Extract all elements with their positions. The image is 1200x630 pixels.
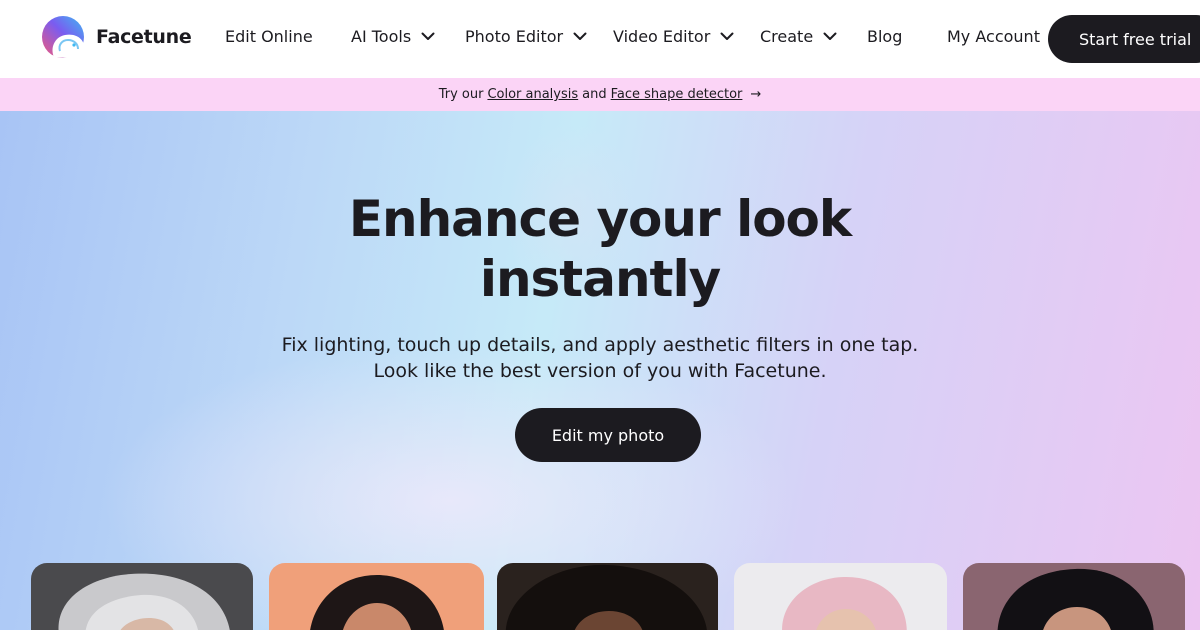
silver-haired-woman-photo — [31, 563, 253, 630]
headline-line-2: instantly — [479, 250, 721, 308]
nav-item-label: Video Editor — [613, 27, 711, 46]
nav-item-ai-tools[interactable]: AI Tools — [351, 27, 435, 46]
start-free-trial-button[interactable]: Start free trial — [1048, 15, 1200, 63]
nav-item-label: My Account — [947, 27, 1040, 46]
nav-item-edit-online[interactable]: Edit Online — [225, 27, 313, 46]
hero-section: Enhance your look instantly Fix lighting… — [0, 111, 1200, 630]
nav-item-blog[interactable]: Blog — [867, 27, 902, 46]
brand-logo[interactable]: Facetune — [38, 15, 192, 59]
chevron-down-icon — [823, 32, 837, 40]
photo-card-2[interactable] — [269, 563, 484, 630]
chevron-down-icon — [421, 32, 435, 40]
curly-haired-person-photo — [497, 563, 718, 630]
photo-card-5[interactable] — [963, 563, 1185, 630]
nav-item-photo-editor[interactable]: Photo Editor — [465, 27, 587, 46]
facetune-logo-icon — [42, 16, 84, 58]
photo-card-3[interactable] — [497, 563, 718, 630]
promo-banner: Try our Color analysis and Face shape de… — [0, 78, 1200, 111]
banner-middle: and — [582, 87, 607, 102]
photo-card-4[interactable] — [734, 563, 947, 630]
dark-haired-woman-peach-background-photo — [269, 563, 484, 630]
banner-prefix: Try our — [438, 87, 484, 102]
nav-item-create[interactable]: Create — [760, 27, 837, 46]
chevron-down-icon — [573, 32, 587, 40]
dark-haired-man-photo — [963, 563, 1185, 630]
subtitle-line-1: Fix lighting, touch up details, and appl… — [281, 334, 919, 356]
top-nav: Facetune Edit Online AI Tools Photo Edit… — [0, 0, 1200, 78]
color-analysis-link[interactable]: Color analysis — [487, 87, 578, 102]
nav-item-my-account[interactable]: My Account — [947, 27, 1040, 46]
arrow-right-icon: → — [750, 87, 762, 102]
edit-my-photo-button[interactable]: Edit my photo — [515, 408, 701, 462]
chevron-down-icon — [720, 32, 734, 40]
hero-subtitle: Fix lighting, touch up details, and appl… — [0, 332, 1200, 384]
nav-item-label: Blog — [867, 27, 903, 46]
subtitle-line-2: Look like the best version of you with F… — [373, 360, 827, 382]
brand-name: Facetune — [96, 26, 192, 48]
nav-item-label: Photo Editor — [465, 27, 564, 46]
headline-line-1: Enhance your look — [348, 190, 852, 248]
face-shape-detector-link[interactable]: Face shape detector — [611, 87, 743, 102]
photo-card-1[interactable] — [31, 563, 253, 630]
nav-item-label: AI Tools — [351, 27, 412, 46]
nav-item-label: Edit Online — [225, 27, 313, 46]
pink-haired-person-photo — [734, 563, 947, 630]
nav-item-label: Create — [760, 27, 814, 46]
nav-item-video-editor[interactable]: Video Editor — [613, 27, 734, 46]
page-title: Enhance your look instantly — [0, 189, 1200, 309]
